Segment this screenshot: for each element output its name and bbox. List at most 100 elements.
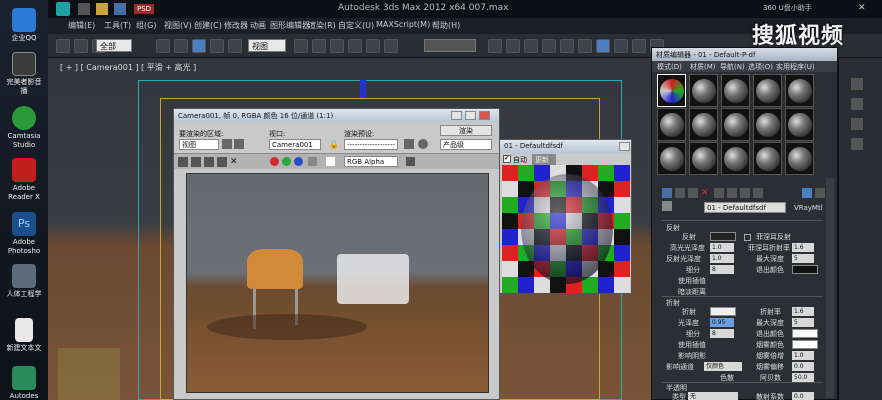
show-map-icon[interactable] [753, 188, 763, 198]
open-file-icon[interactable] [96, 3, 108, 15]
hilight-gloss-spinner[interactable]: 1.0 [710, 243, 734, 252]
refl-gloss-spinner[interactable]: 1.0 [710, 254, 734, 263]
menu-customize[interactable]: 自定义(U) [338, 20, 374, 31]
preset-select[interactable]: ------------------- [344, 139, 398, 150]
put-to-scene-icon[interactable] [675, 188, 685, 198]
make-unique-icon[interactable] [714, 188, 724, 198]
auto-checkbox[interactable]: ✔ [503, 155, 511, 163]
lock-checkbox[interactable] [744, 234, 751, 241]
spinner-snap-icon[interactable] [384, 39, 398, 53]
save-image-icon[interactable] [178, 157, 188, 167]
refraction-max-depth-spinner[interactable]: 5 [792, 318, 814, 327]
monochrome-icon[interactable] [326, 157, 335, 166]
schematic-view-icon[interactable] [578, 39, 592, 53]
clone-window-icon[interactable] [204, 157, 214, 167]
app-logo-icon[interactable] [56, 2, 70, 16]
exit-color-swatch[interactable] [792, 265, 818, 274]
refraction-gloss-spinner[interactable]: 0.95 [710, 318, 734, 327]
material-slot[interactable] [785, 142, 814, 175]
desktop-icon-player[interactable]: 完美者影音播 [4, 52, 44, 96]
material-slot[interactable] [721, 74, 750, 107]
desktop-icon-camtasia[interactable]: Camtasia Studio [4, 106, 44, 150]
translucency-type-select[interactable]: 无 [688, 392, 738, 400]
get-material-icon[interactable] [662, 188, 672, 198]
production-select[interactable]: 产品级 [440, 139, 492, 150]
max-depth-spinner[interactable]: 5 [792, 254, 814, 263]
menu-rendering[interactable]: 渲染(R) [308, 20, 336, 31]
rendered-frame-window-icon[interactable] [632, 39, 646, 53]
menu-group[interactable]: 组(G) [136, 20, 156, 31]
close-icon[interactable]: ✕ [858, 3, 878, 15]
desktop-icon-photoshop[interactable]: Ps Adobe Photosho [4, 212, 44, 256]
copy-image-icon[interactable] [191, 157, 201, 167]
environment-icon[interactable] [418, 139, 428, 149]
menu-mode[interactable]: 模式(D) [657, 62, 682, 72]
render-button[interactable]: 渲染 [440, 125, 492, 136]
angle-snap-icon[interactable] [348, 39, 362, 53]
maximize-button[interactable] [465, 111, 476, 120]
desktop-icon-text-file[interactable]: 新建文本文 [4, 318, 44, 353]
put-to-library-icon[interactable] [727, 188, 737, 198]
refraction-header[interactable]: 折射 [666, 298, 680, 308]
reset-map-icon[interactable]: ✕ [701, 188, 711, 198]
fog-multiplier-spinner[interactable]: 1.0 [792, 351, 814, 360]
reflection-header[interactable]: 反射 [666, 223, 680, 233]
material-type-button[interactable]: VRayMtl [794, 204, 823, 212]
percent-snap-icon[interactable] [366, 39, 380, 53]
refraction-color-swatch[interactable] [710, 307, 736, 316]
menu-help[interactable]: 帮助(H) [432, 20, 460, 31]
menu-edit[interactable]: 编辑(E) [68, 20, 95, 31]
viewport-label[interactable]: [ + ] [ Camera001 ] [ 平滑 + 高光 ] [60, 62, 196, 73]
close-button[interactable] [619, 142, 630, 151]
render-setup-icon[interactable] [614, 39, 628, 53]
reference-coordinate-combo[interactable]: 视图 [248, 39, 286, 52]
hierarchy-tab-icon[interactable] [851, 118, 863, 130]
select-rotate-icon[interactable] [228, 39, 242, 53]
menu-material[interactable]: 材质(M) [690, 62, 716, 72]
motion-tab-icon[interactable] [851, 138, 863, 150]
channel-display-select[interactable]: RGB Alpha [344, 156, 398, 167]
close-button[interactable] [479, 111, 490, 120]
material-slot[interactable] [785, 74, 814, 107]
new-file-icon[interactable] [78, 3, 90, 15]
menu-maxscript[interactable]: MAXScript(M) [376, 20, 430, 29]
lock-icon[interactable]: 🔒 [329, 140, 339, 149]
snap-toggle-icon[interactable] [330, 39, 344, 53]
layer-manager-icon[interactable] [524, 39, 538, 53]
align-icon[interactable] [506, 39, 520, 53]
graphite-icon[interactable] [542, 39, 556, 53]
create-tab-icon[interactable] [851, 78, 863, 90]
refraction-exit-color-swatch[interactable] [792, 329, 818, 338]
update-button[interactable]: 更新 [532, 154, 556, 165]
pick-material-icon[interactable] [662, 201, 672, 211]
material-slot[interactable] [689, 142, 718, 175]
material-slot[interactable] [721, 108, 750, 141]
material-id-icon[interactable] [740, 188, 750, 198]
affect-channels-select[interactable]: 仅颜色 [704, 362, 742, 371]
material-slot[interactable] [689, 108, 718, 141]
print-icon[interactable] [217, 157, 227, 167]
refraction-ior-spinner[interactable]: 1.6 [792, 307, 814, 316]
material-slot[interactable] [689, 74, 718, 107]
desktop-icon-autodesk[interactable]: Autodes [4, 366, 44, 400]
menu-tools[interactable]: 工具(T) [104, 20, 131, 31]
select-object-icon[interactable] [156, 39, 170, 53]
green-channel-icon[interactable] [282, 157, 291, 166]
select-move-icon[interactable] [210, 39, 224, 53]
pivot-icon[interactable] [294, 39, 308, 53]
menu-create[interactable]: 创建(C) [194, 20, 222, 31]
desktop-icon-qq[interactable]: 企业QQ [4, 8, 44, 43]
menu-modifiers[interactable]: 修改器 [224, 20, 248, 31]
display-toggle-icon[interactable] [406, 157, 415, 166]
material-editor-scrollbar[interactable] [826, 178, 834, 398]
material-editor-icon[interactable] [596, 39, 610, 53]
clear-icon[interactable]: ✕ [230, 157, 240, 167]
modify-tab-icon[interactable] [851, 98, 863, 110]
curve-editor-icon[interactable] [560, 39, 574, 53]
named-selection-combo[interactable] [424, 39, 476, 52]
edit-region-icon[interactable] [222, 139, 232, 149]
alpha-channel-icon[interactable] [308, 157, 317, 166]
material-slot[interactable] [753, 108, 782, 141]
material-slot[interactable] [657, 142, 686, 175]
material-name-field[interactable]: 01 - Defaultdfsdf [704, 202, 786, 213]
